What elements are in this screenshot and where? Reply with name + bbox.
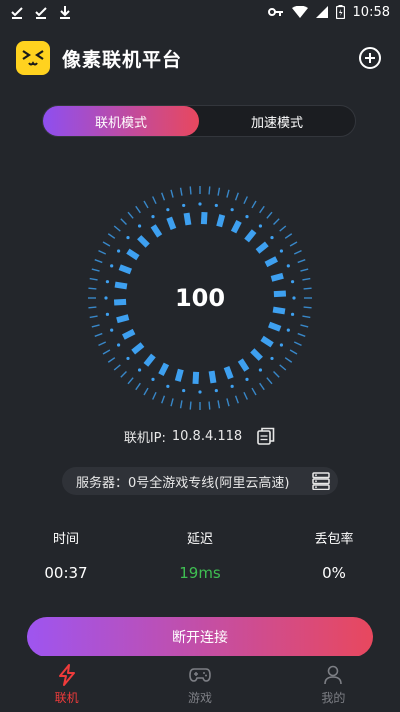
download-done-icon — [35, 7, 47, 19]
server-selector[interactable]: 服务器：0号全游戏专线(阿里云高速) — [62, 467, 338, 495]
nav-item-online[interactable]: 联机 — [0, 656, 133, 712]
server-icon — [312, 472, 330, 490]
connection-meter: 100 — [85, 183, 315, 413]
bottom-nav: 联机 游戏 我的 — [0, 656, 400, 712]
ip-value: 10.8.4.118 — [171, 428, 243, 444]
download-icon — [60, 6, 70, 19]
system-icons: 10:58 — [267, 4, 390, 20]
wifi-icon — [291, 6, 308, 18]
copy-ip-button[interactable] — [256, 426, 276, 446]
nav-label: 联机 — [54, 690, 79, 705]
ip-row: 联机IP: 10.8.4.118 — [0, 424, 400, 448]
add-button[interactable] — [356, 44, 384, 72]
pixel-face-logo-icon — [22, 50, 44, 66]
nav-item-games[interactable]: 游戏 — [133, 656, 266, 712]
key-icon — [267, 8, 283, 16]
signal-icon — [315, 6, 328, 18]
app-title: 像素联机平台 — [62, 48, 183, 71]
nav-label: 我的 — [321, 690, 346, 705]
nav-item-mine[interactable]: 我的 — [267, 656, 400, 712]
mode-toggle: 联机模式 加速模式 — [42, 105, 356, 137]
stat-latency: 延迟 19ms — [150, 530, 250, 584]
clock: 10:58 — [352, 4, 390, 20]
notification-icons — [10, 5, 72, 19]
stat-value: 0% — [322, 564, 346, 582]
disconnect-button[interactable]: 断开连接 — [27, 617, 373, 657]
stat-value: 19ms — [179, 564, 221, 582]
stat-label: 丢包率 — [314, 532, 354, 547]
stat-packet-loss: 丢包率 0% — [284, 530, 384, 584]
plus-circle-icon — [359, 47, 381, 69]
bolt-icon — [55, 663, 79, 687]
stat-label: 延迟 — [186, 532, 213, 547]
stat-value: 00:37 — [44, 564, 88, 582]
person-icon — [321, 663, 345, 687]
copy-icon — [257, 427, 275, 445]
connection-stats: 时间 00:37 延迟 19ms 丢包率 0% — [0, 530, 400, 590]
app-header: 像素联机平台 — [0, 36, 400, 80]
ip-label: 联机IP: — [123, 430, 166, 446]
tab-online-mode[interactable]: 联机模式 — [43, 106, 199, 136]
stat-time: 时间 00:37 — [16, 530, 116, 584]
battery-icon — [335, 5, 345, 19]
status-bar: 10:58 — [0, 0, 400, 24]
gamepad-icon — [188, 663, 212, 687]
meter-value: 100 — [174, 284, 226, 312]
tab-accelerate-mode[interactable]: 加速模式 — [199, 106, 355, 136]
app-logo — [16, 41, 50, 75]
nav-label: 游戏 — [187, 690, 212, 705]
server-text: 服务器：0号全游戏专线(阿里云高速) — [76, 475, 290, 491]
download-done-icon — [11, 7, 23, 19]
stat-label: 时间 — [52, 532, 79, 547]
